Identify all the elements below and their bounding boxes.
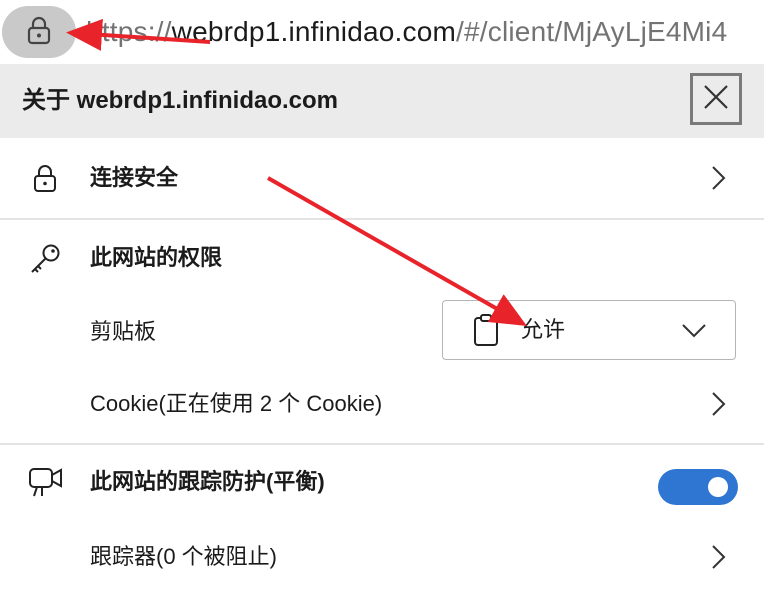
tracking-prevention-toggle[interactable]: [658, 469, 738, 505]
cookies-label: Cookie(正在使用 2 个 Cookie): [90, 391, 383, 416]
connection-security-row[interactable]: 连接安全: [0, 138, 764, 218]
trackers-label: 跟踪器(0 个被阻止): [90, 544, 278, 569]
chevron-right-icon: [706, 388, 730, 420]
url-path: /#/client/MjAyLjE4Mi4: [456, 16, 728, 47]
url-scheme: https://: [86, 16, 172, 47]
url-host: webrdp1.infinidao.com: [171, 16, 457, 47]
trackers-row[interactable]: 跟踪器(0 个被阻止): [0, 519, 764, 595]
clipboard-permission-value: 允许: [521, 317, 566, 342]
address-bar: https://webrdp1.infinidao.com/#/client/M…: [0, 0, 764, 64]
connection-security-label: 连接安全: [90, 165, 179, 190]
panel-header: 关于 webrdp1.infinidao.com: [0, 64, 764, 138]
site-permissions-label: 此网站的权限: [90, 245, 223, 270]
close-icon: [702, 83, 730, 116]
tracking-prevention-label: 此网站的跟踪防护(平衡): [90, 469, 325, 494]
site-info-button[interactable]: [2, 6, 76, 58]
url-field[interactable]: https://webrdp1.infinidao.com/#/client/M…: [86, 12, 727, 52]
chevron-down-icon: [679, 317, 709, 343]
clipboard-icon: [471, 313, 501, 347]
tracking-icon: [28, 465, 64, 499]
site-permissions-heading: 此网站的权限: [0, 220, 764, 296]
chevron-right-icon: [706, 162, 730, 194]
panel-title: 关于 webrdp1.infinidao.com: [22, 87, 339, 114]
clipboard-permission-select[interactable]: 允许: [442, 300, 736, 360]
toggle-knob: [708, 477, 728, 497]
clipboard-label: 剪贴板: [90, 319, 157, 344]
site-info-panel: 关于 webrdp1.infinidao.com 连接安全 此网站的权限 剪贴板…: [0, 64, 764, 596]
tracking-prevention-row: 此网站的跟踪防护(平衡): [0, 445, 764, 519]
chevron-right-icon: [706, 541, 730, 573]
key-icon: [28, 242, 62, 276]
lock-icon: [30, 162, 60, 194]
cookies-row[interactable]: Cookie(正在使用 2 个 Cookie): [0, 368, 764, 442]
close-button[interactable]: [690, 73, 742, 125]
lock-icon: [26, 15, 52, 50]
